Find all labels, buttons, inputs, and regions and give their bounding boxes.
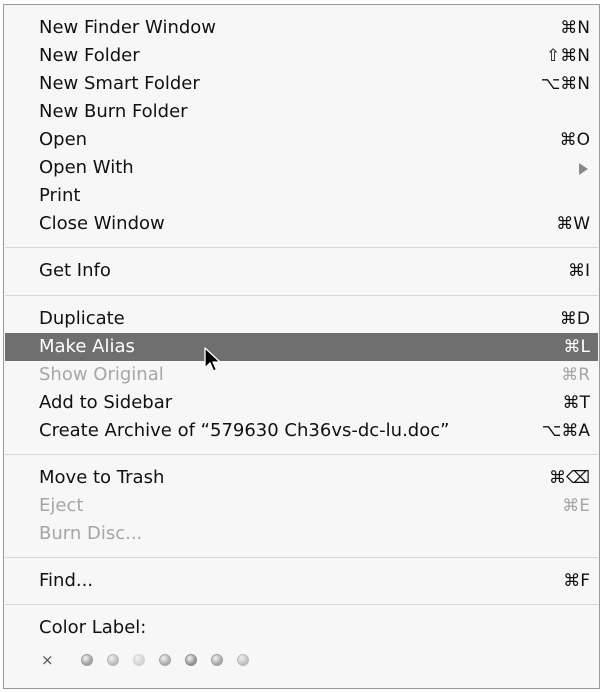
menu-item-label: New Burn Folder <box>39 101 188 122</box>
menu-item-get-info[interactable]: Get Info ⌘I <box>5 257 598 285</box>
menu-item-label: Add to Sidebar <box>39 392 173 413</box>
menu-item-label: Get Info <box>39 260 111 281</box>
color-label-swatch-3[interactable] <box>133 654 145 666</box>
menu-item-create-archive[interactable]: Create Archive of “579630 Ch36vs-dc-lu.d… <box>5 417 598 445</box>
color-label-swatch-2[interactable] <box>107 654 119 666</box>
menu-item-shortcut: ⌘I <box>567 261 590 281</box>
menu-item-open-with[interactable]: Open With <box>5 154 598 182</box>
menu-item-label: Find... <box>39 570 94 591</box>
color-label-heading: Color Label: <box>39 617 147 638</box>
menu-item-shortcut: ⌘W <box>556 214 590 234</box>
menu-item-new-burn-folder[interactable]: New Burn Folder <box>5 98 598 126</box>
menu-item-shortcut: ⌥⌘A <box>541 421 590 441</box>
menu-item-label: Make Alias <box>39 336 135 357</box>
menu-separator <box>5 454 598 455</box>
menu-item-new-smart-folder[interactable]: New Smart Folder ⌥⌘N <box>5 70 598 98</box>
menu-item-shortcut: ⌘⌫ <box>548 468 590 488</box>
menu-item-label: Print <box>39 185 81 206</box>
menu-separator <box>5 247 598 248</box>
menu-separator <box>5 557 598 558</box>
menu-item-label: New Finder Window <box>39 17 217 38</box>
menu-item-close-window[interactable]: Close Window ⌘W <box>5 210 598 238</box>
menu-item-label: New Smart Folder <box>39 73 200 94</box>
menu-item-label: Open With <box>39 157 134 178</box>
no-color-label-button[interactable]: × <box>41 650 54 670</box>
menu-item-make-alias[interactable]: Make Alias ⌘L <box>5 333 598 361</box>
file-menu: New Finder Window ⌘N New Folder ⇧⌘N New … <box>3 4 600 689</box>
menu-item-label: Close Window <box>39 213 165 234</box>
menu-item-duplicate[interactable]: Duplicate ⌘D <box>5 305 598 333</box>
menu-item-new-finder-window[interactable]: New Finder Window ⌘N <box>5 14 598 42</box>
menu-item-shortcut: ⌘N <box>560 18 590 38</box>
menu-item-open[interactable]: Open ⌘O <box>5 126 598 154</box>
menu-item-label: Move to Trash <box>39 467 165 488</box>
menu-item-shortcut: ⌘T <box>562 393 590 413</box>
menu-item-find[interactable]: Find... ⌘F <box>5 567 598 595</box>
menu-item-new-folder[interactable]: New Folder ⇧⌘N <box>5 42 598 70</box>
menu-item-shortcut: ⌘R <box>561 365 590 385</box>
color-label-swatch-4[interactable] <box>159 654 171 666</box>
menu-item-shortcut: ⌘O <box>559 130 590 150</box>
color-label-swatches: × <box>39 650 299 670</box>
menu-separator <box>5 604 598 605</box>
menu-item-shortcut: ⌘D <box>559 309 590 329</box>
menu-item-show-original[interactable]: Show Original ⌘R <box>5 361 598 389</box>
menu-item-shortcut: ⌘F <box>563 571 590 591</box>
mouse-pointer-icon <box>204 347 221 372</box>
menu-item-move-to-trash[interactable]: Move to Trash ⌘⌫ <box>5 464 598 492</box>
menu-item-label: Eject <box>39 495 84 516</box>
color-label-swatch-5[interactable] <box>185 654 197 666</box>
menu-item-burn-disc[interactable]: Burn Disc... <box>5 520 598 548</box>
menu-item-add-to-sidebar[interactable]: Add to Sidebar ⌘T <box>5 389 598 417</box>
menu-item-label: Show Original <box>39 364 164 385</box>
menu-item-eject[interactable]: Eject ⌘E <box>5 492 598 520</box>
menu-item-shortcut: ⌥⌘N <box>540 74 590 94</box>
menu-item-shortcut: ⌘E <box>562 496 590 516</box>
menu-item-label: Duplicate <box>39 308 125 329</box>
submenu-arrow-icon <box>579 163 588 175</box>
menu-item-print[interactable]: Print <box>5 182 598 210</box>
menu-item-label: Open <box>39 129 88 150</box>
menu-separator <box>5 295 598 296</box>
menu-item-label: Create Archive of “579630 Ch36vs-dc-lu.d… <box>39 420 450 441</box>
menu-item-shortcut: ⌘L <box>563 337 590 357</box>
color-label-swatch-7[interactable] <box>237 654 249 666</box>
menu-item-label: Burn Disc... <box>39 523 143 544</box>
menu-item-label: New Folder <box>39 45 140 66</box>
color-label-swatch-6[interactable] <box>211 654 223 666</box>
menu-item-shortcut: ⇧⌘N <box>546 46 590 66</box>
color-label-swatch-1[interactable] <box>81 654 93 666</box>
